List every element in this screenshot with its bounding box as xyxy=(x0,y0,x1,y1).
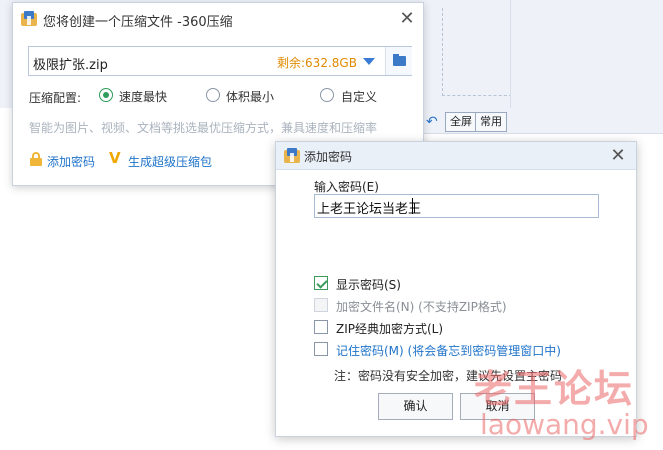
fullscreen-button[interactable]: 全屏 xyxy=(445,112,477,132)
radio-smallest-label[interactable]: 体积最小 xyxy=(226,88,274,105)
zip-classic-label[interactable]: ZIP经典加密方式(L) xyxy=(336,320,443,337)
filename-field[interactable]: 极限扩张.zip 剩余:632.8GB xyxy=(28,46,412,76)
show-password-label[interactable]: 显示密码(S) xyxy=(336,276,401,293)
compression-config-label: 压缩配置: xyxy=(29,91,82,105)
add-password-link[interactable]: 添加密码 xyxy=(47,153,95,170)
remaining-space: 剩余:632.8GB xyxy=(277,56,357,70)
radio-custom-label[interactable]: 自定义 xyxy=(341,88,377,105)
dialog-titlebar: 您将创建一个压缩文件 -360压缩 ✕ xyxy=(13,3,423,35)
dialog-titlebar: 添加密码 ✕ xyxy=(276,142,636,170)
encrypt-filename-label: 加密文件名(N) (不支持ZIP格式) xyxy=(336,300,507,314)
password-input[interactable]: 上老王论坛当老王 xyxy=(314,194,599,218)
zip-classic-checkbox[interactable] xyxy=(314,320,328,334)
remember-password-label[interactable]: 记住密码(M) (将会备忘到密码管理窗口中) xyxy=(336,342,561,359)
common-button[interactable]: 常用 xyxy=(475,112,507,132)
background-side-panel xyxy=(510,0,663,108)
close-icon[interactable]: ✕ xyxy=(399,10,415,28)
radio-custom[interactable] xyxy=(320,88,334,102)
folder-icon[interactable] xyxy=(385,47,412,75)
super-compress-link[interactable]: 生成超级压缩包 xyxy=(128,153,212,170)
archive-app-icon xyxy=(284,148,300,164)
show-password-checkbox[interactable] xyxy=(314,276,328,290)
background-drop-area xyxy=(442,8,512,96)
close-icon[interactable]: ✕ xyxy=(610,147,626,165)
radio-smallest[interactable] xyxy=(206,88,220,102)
text-caret xyxy=(412,198,413,214)
dialog-title: 您将创建一个压缩文件 -360压缩 xyxy=(43,15,233,30)
ok-button[interactable]: 确认 xyxy=(378,393,453,420)
chevron-down-icon[interactable] xyxy=(363,58,375,65)
vip-icon: V xyxy=(109,149,121,167)
dialog-title: 添加密码 xyxy=(304,150,353,164)
undo-arrow-icon[interactable]: ↶ xyxy=(426,114,444,130)
password-label: 输入密码(E) xyxy=(314,180,379,194)
lock-icon xyxy=(30,152,42,166)
radio-fastest[interactable] xyxy=(99,88,113,102)
watermark-url: laowang.vip xyxy=(480,408,649,441)
watermark-text: 老王论坛 xyxy=(474,367,635,411)
compression-hint: 智能为图片、视频、文档等挑选最优压缩方式，兼具速度和压缩率 xyxy=(29,121,378,135)
remember-password-checkbox[interactable] xyxy=(314,342,328,356)
encrypt-filename-checkbox xyxy=(314,298,328,312)
radio-fastest-label[interactable]: 速度最快 xyxy=(119,88,167,105)
filename-value[interactable]: 极限扩张.zip xyxy=(33,54,108,73)
password-value[interactable]: 上老王论坛当老王 xyxy=(317,198,421,217)
archive-app-icon xyxy=(21,11,37,27)
